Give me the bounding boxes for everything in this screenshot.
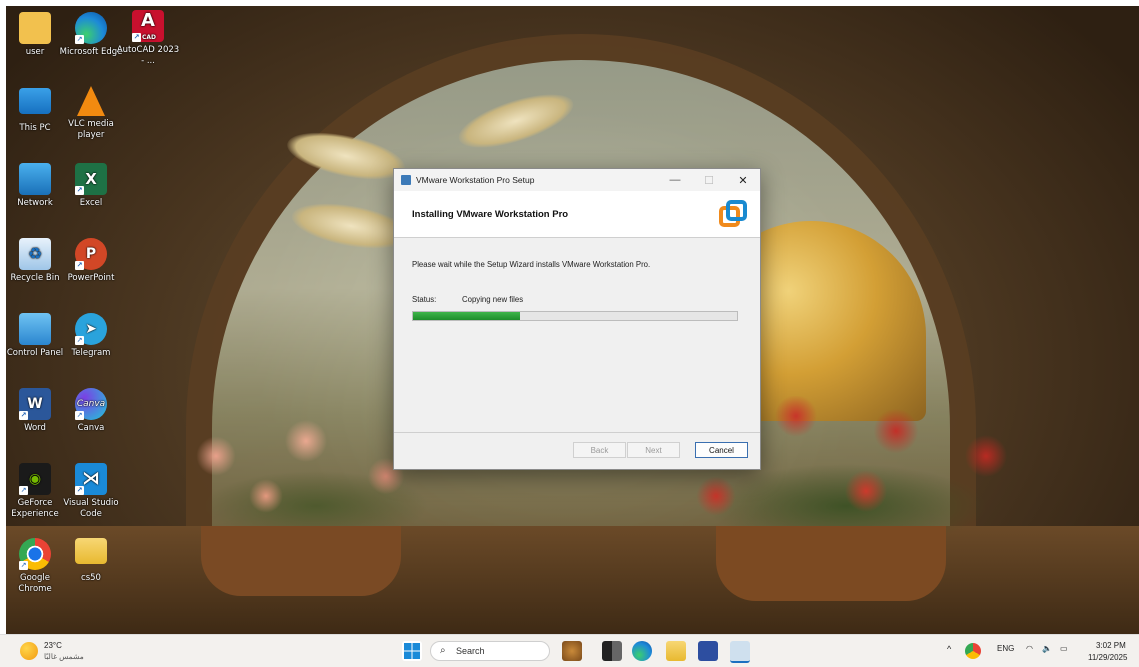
canva-icon: Canva ↗ [75,388,107,420]
dialog-body: Please wait while the Setup Wizard insta… [394,260,760,321]
close-button[interactable]: ✕ [726,174,760,187]
excel-icon: X ↗ [75,163,107,195]
window-sill [6,526,1139,634]
chrome-icon: ↗ [19,538,51,570]
desktop-icon-excel[interactable]: X ↗ Excel [59,163,123,209]
windows-logo-icon [404,643,420,659]
wifi-icon[interactable]: ◠ [1026,644,1033,653]
clock-date[interactable]: 11/29/2025 [1088,653,1127,662]
back-button[interactable]: Back [573,442,626,458]
monitor-icon [19,88,51,114]
desktop-icon-chrome[interactable]: ↗ Google Chrome [3,538,67,595]
network-icon [19,163,51,195]
install-heading: Installing VMware Workstation Pro [412,209,569,220]
microsoft-store-icon[interactable] [698,641,718,661]
desktop-icon-recycle-bin[interactable]: ♻ Recycle Bin [3,238,67,284]
geforce-icon: ◉ ↗ [19,463,51,495]
autocad-icon: A CAD ↗ [132,10,164,42]
dialog-titlebar[interactable]: VMware Workstation Pro Setup — ☐ ✕ [394,169,760,191]
clock-time[interactable]: 3:02 PM [1096,641,1126,650]
vmware-app-icon [401,175,411,185]
control-panel-icon [19,313,51,345]
dialog-banner: Installing VMware Workstation Pro [394,191,760,238]
taskbar-search[interactable]: ⌕ Search [430,641,550,661]
language-indicator[interactable]: ENG [997,644,1014,653]
desktop-icon-canva[interactable]: Canva ↗ Canva [59,388,123,434]
desktop-icon-vlc[interactable]: VLC media player [59,86,123,141]
taskbar-vmware-setup-icon[interactable] [730,641,750,663]
taskbar: 23°C مشمس غالبًا ⌕ Search ^ ENG ◠ 🔈 ▭ 3:… [0,634,1139,667]
cancel-button[interactable]: Cancel [695,442,748,458]
tray-google-icon[interactable] [965,643,981,659]
desktop-icon-telegram[interactable]: ➤ ↗ Telegram [59,313,123,359]
dialog-title: VMware Workstation Pro Setup [416,175,535,185]
telegram-icon: ➤ ↗ [75,313,107,345]
status-value: Copying new files [462,295,524,304]
vlc-cone-icon [77,86,105,116]
desktop-icon-word[interactable]: W ↗ Word [3,388,67,434]
desktop-icon-user[interactable]: user [3,12,67,58]
install-progress-bar [412,311,738,321]
pot-right [716,526,946,601]
desktop-icon-control-panel[interactable]: Control Panel [3,313,67,359]
edge-icon: ↗ [75,12,107,44]
desktop-icon-this-pc[interactable]: This PC [3,88,67,134]
taskbar-deer-widget-icon[interactable] [562,641,582,661]
weather-temp[interactable]: 23°C [44,641,62,650]
progress-fill [413,312,520,320]
tray-overflow-chevron-icon[interactable]: ^ [947,644,951,654]
desktop-icon-edge[interactable]: ↗ Microsoft Edge [59,12,123,58]
minimize-button[interactable]: — [658,174,692,186]
desktop-icon-network[interactable]: Network [3,163,67,209]
weather-sun-icon[interactable] [20,642,38,660]
powerpoint-icon: P ↗ [75,238,107,270]
folder-icon [75,538,107,564]
install-message: Please wait while the Setup Wizard insta… [412,260,651,269]
search-label: Search [456,646,485,656]
desktop-icon-vscode[interactable]: ⋊ ↗ Visual Studio Code [59,463,123,520]
status-label: Status: [412,295,437,304]
maximize-button: ☐ [704,174,714,187]
user-folder-icon [19,12,51,44]
vmware-setup-dialog[interactable]: VMware Workstation Pro Setup — ☐ ✕ Insta… [393,168,761,470]
task-view-icon[interactable] [602,641,622,661]
recycle-bin-icon: ♻ [19,238,51,270]
volume-icon[interactable]: 🔈 [1042,644,1052,653]
desktop-icon-geforce[interactable]: ◉ ↗ GeForce Experience [3,463,67,520]
file-explorer-icon[interactable] [666,641,686,661]
search-icon: ⌕ [440,645,446,656]
vscode-icon: ⋊ ↗ [75,463,107,495]
desktop-icon-autocad[interactable]: A CAD ↗ AutoCAD 2023 - ... [116,10,180,67]
battery-icon[interactable]: ▭ [1060,644,1068,653]
desktop-icon-cs50[interactable]: cs50 [59,538,123,584]
vmware-logo-icon [719,200,747,227]
start-button[interactable] [402,641,422,661]
desktop-icon-powerpoint[interactable]: P ↗ PowerPoint [59,238,123,284]
dialog-footer: Back Next Cancel [394,432,760,469]
pot-left [201,526,401,596]
taskbar-edge-icon[interactable] [632,641,652,661]
word-icon: W ↗ [19,388,51,420]
weather-desc[interactable]: مشمس غالبًا [44,652,84,661]
next-button[interactable]: Next [627,442,680,458]
status-row: Status: Copying new files [412,295,742,304]
